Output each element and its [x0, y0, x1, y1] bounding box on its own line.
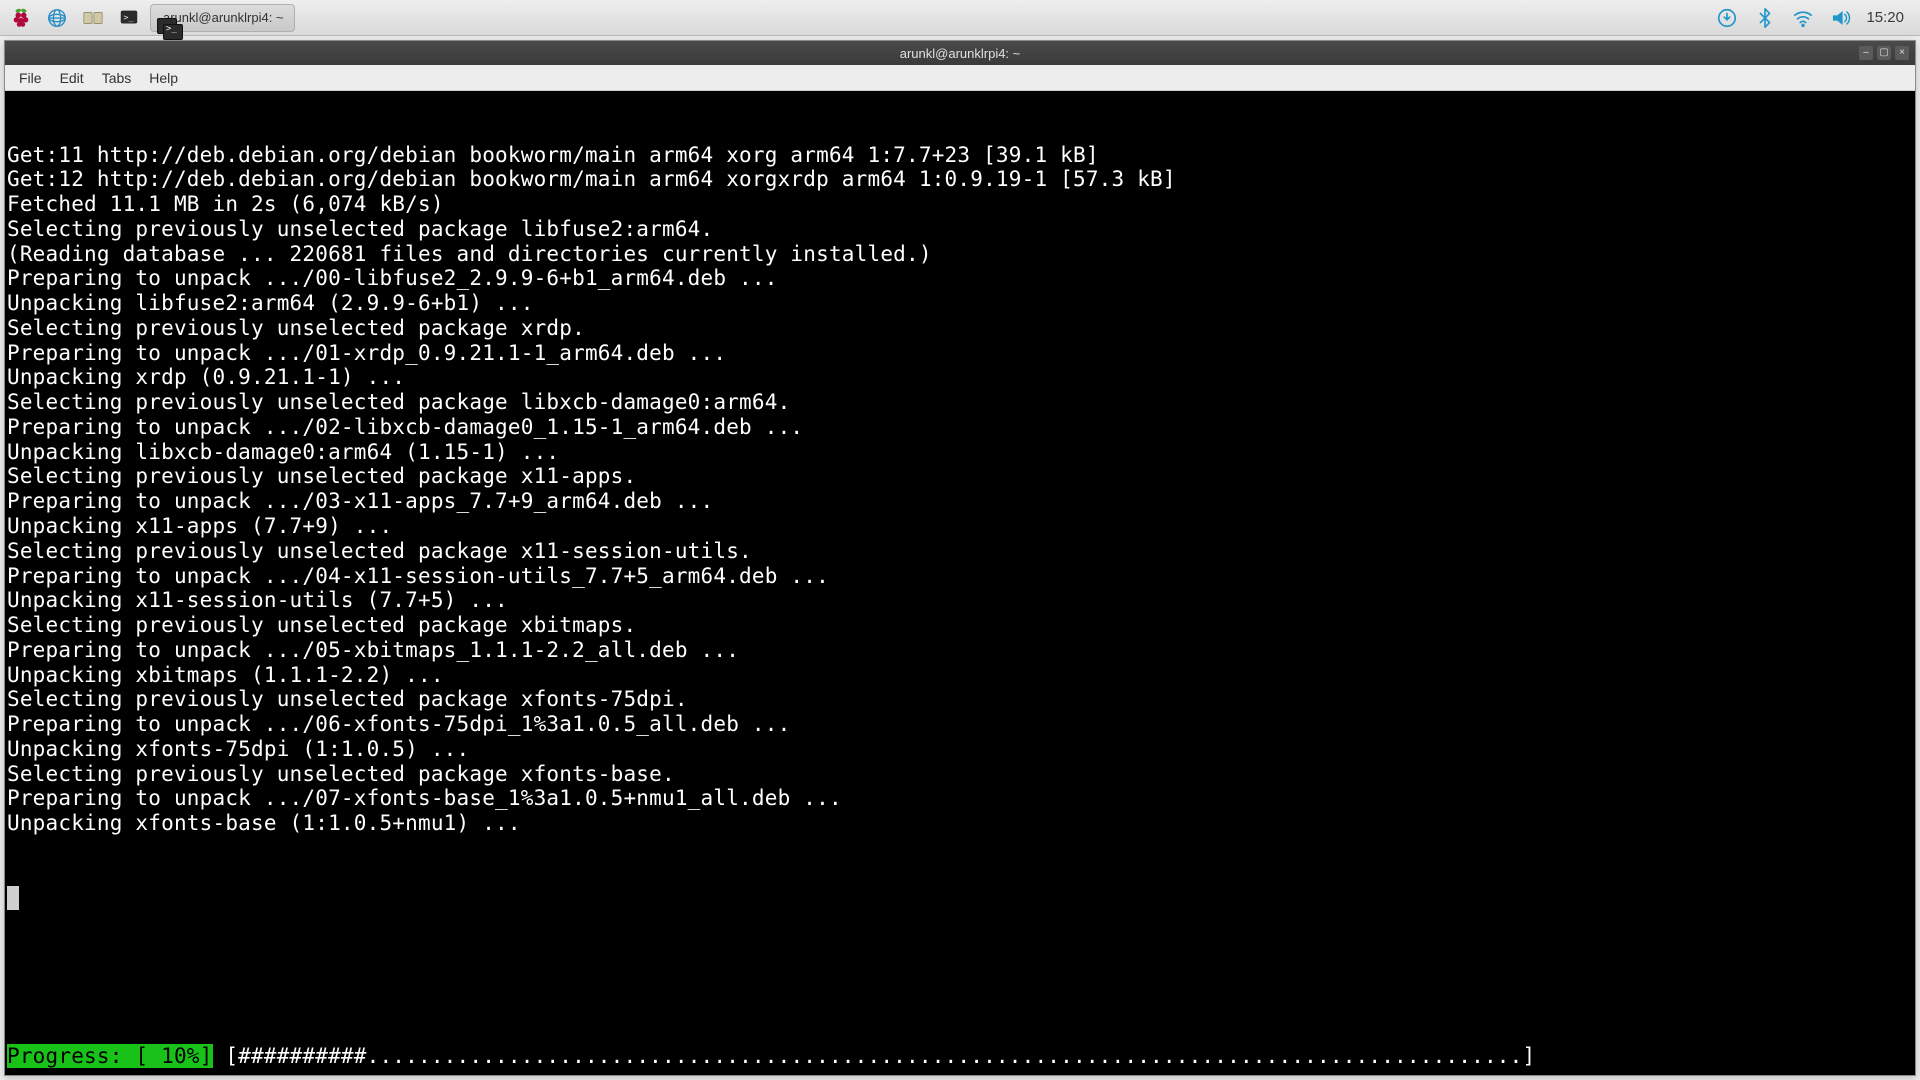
os-taskbar: >_ arunkl@arunklrpi4: ~ 15:20 [0, 0, 1920, 36]
apt-progress-label: Progress: [ 10%] [7, 1044, 213, 1068]
window-close-button[interactable]: × [1895, 46, 1909, 60]
terminal-line: Selecting previously unselected package … [7, 687, 1913, 712]
file-manager-icon[interactable] [78, 4, 108, 32]
terminal-line: Unpacking libxcb-damage0:arm64 (1.15-1) … [7, 440, 1913, 465]
terminal-line: Preparing to unpack .../05-xbitmaps_1.1.… [7, 638, 1913, 663]
terminal-line: Unpacking libfuse2:arm64 (2.9.9-6+b1) ..… [7, 291, 1913, 316]
taskbar-launchers: >_ arunkl@arunklrpi4: ~ [6, 4, 295, 32]
terminal-line: Preparing to unpack .../01-xrdp_0.9.21.1… [7, 341, 1913, 366]
terminal-cursor-line [7, 886, 1913, 910]
terminal-line: Preparing to unpack .../02-libxcb-damage… [7, 415, 1913, 440]
terminal-line: Selecting previously unselected package … [7, 464, 1913, 489]
menu-file[interactable]: File [11, 68, 50, 88]
terminal-line: Preparing to unpack .../06-xfonts-75dpi_… [7, 712, 1913, 737]
window-controls: – ▢ × [1859, 46, 1909, 60]
terminal-line: Selecting previously unselected package … [7, 390, 1913, 415]
terminal-line: Selecting previously unselected package … [7, 613, 1913, 638]
apt-progress-bar: [##########.............................… [213, 1044, 1549, 1068]
terminal-line: Unpacking xfonts-75dpi (1:1.0.5) ... [7, 737, 1913, 762]
terminal-body[interactable]: Get:11 http://deb.debian.org/debian book… [5, 91, 1915, 1075]
terminal-output: Get:11 http://deb.debian.org/debian book… [7, 143, 1913, 836]
system-tray: 15:20 [1714, 5, 1914, 31]
terminal-window: arunkl@arunklrpi4: ~ – ▢ × File Edit Tab… [4, 40, 1916, 1076]
window-minimize-button[interactable]: – [1859, 46, 1873, 60]
terminal-line: Unpacking x11-session-utils (7.7+5) ... [7, 588, 1913, 613]
menu-tabs[interactable]: Tabs [94, 68, 140, 88]
terminal-cursor [7, 886, 19, 910]
terminal-line: Unpacking xrdp (0.9.21.1-1) ... [7, 365, 1913, 390]
wifi-tray-icon[interactable] [1790, 5, 1816, 31]
terminal-line: Unpacking xbitmaps (1.1.1-2.2) ... [7, 663, 1913, 688]
terminal-line: Preparing to unpack .../07-xfonts-base_1… [7, 786, 1913, 811]
terminal-line: Selecting previously unselected package … [7, 762, 1913, 787]
apt-progress-row: Progress: [ 10%] [##########............… [7, 1044, 1913, 1069]
terminal-line: Preparing to unpack .../00-libfuse2_2.9.… [7, 266, 1913, 291]
terminal-line: Fetched 11.1 MB in 2s (6,074 kB/s) [7, 192, 1913, 217]
menu-edit[interactable]: Edit [52, 68, 92, 88]
terminal-line: Unpacking x11-apps (7.7+9) ... [7, 514, 1913, 539]
svg-text:>_: >_ [124, 11, 134, 21]
taskbar-clock[interactable]: 15:20 [1866, 9, 1904, 26]
terminal-line: (Reading database ... 220681 files and d… [7, 242, 1913, 267]
terminal-line: Unpacking xfonts-base (1:1.0.5+nmu1) ... [7, 811, 1913, 836]
window-titlebar[interactable]: arunkl@arunklrpi4: ~ – ▢ × [5, 41, 1915, 65]
terminal-line: Get:11 http://deb.debian.org/debian book… [7, 143, 1913, 168]
bluetooth-tray-icon[interactable] [1752, 5, 1778, 31]
taskbar-active-task[interactable]: arunkl@arunklrpi4: ~ [150, 4, 295, 32]
terminal-line: Preparing to unpack .../03-x11-apps_7.7+… [7, 489, 1913, 514]
menu-help[interactable]: Help [141, 68, 186, 88]
terminal-line: Selecting previously unselected package … [7, 316, 1913, 341]
terminal-line: Preparing to unpack .../04-x11-session-u… [7, 564, 1913, 589]
web-browser-icon[interactable] [42, 4, 72, 32]
terminal-line: Selecting previously unselected package … [7, 217, 1913, 242]
terminal-icon[interactable]: >_ [114, 4, 144, 32]
raspberry-menu-icon[interactable] [6, 4, 36, 32]
terminal-line: Selecting previously unselected package … [7, 539, 1913, 564]
window-title: arunkl@arunklrpi4: ~ [900, 46, 1021, 61]
download-tray-icon[interactable] [1714, 5, 1740, 31]
terminal-menubar: File Edit Tabs Help [5, 65, 1915, 91]
window-maximize-button[interactable]: ▢ [1877, 46, 1891, 60]
taskbar-task-title: arunkl@arunklrpi4: ~ [163, 10, 284, 25]
terminal-line: Get:12 http://deb.debian.org/debian book… [7, 167, 1913, 192]
volume-tray-icon[interactable] [1828, 5, 1854, 31]
